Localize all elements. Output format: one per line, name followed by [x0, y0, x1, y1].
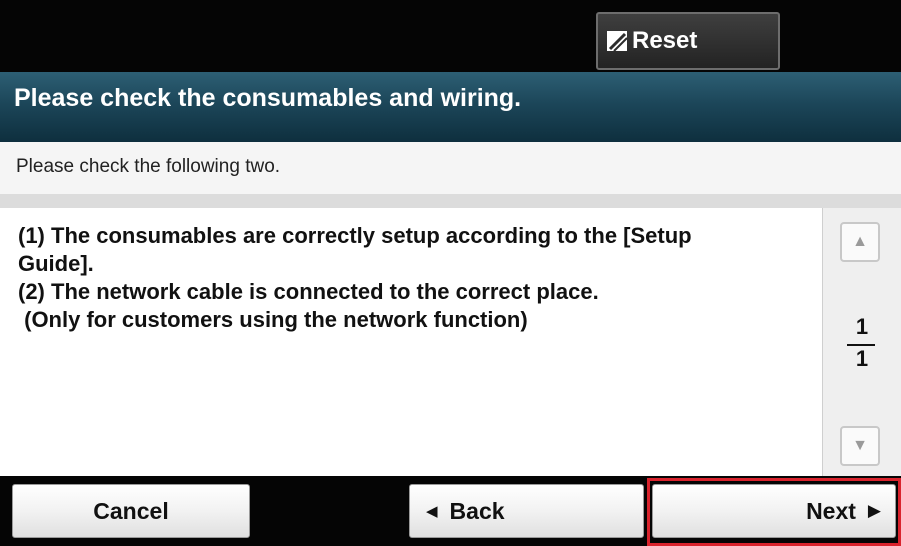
reset-button[interactable]: Reset [596, 12, 780, 70]
reset-label: Reset [632, 27, 698, 54]
screen-title: Please check the consumables and wiring. [14, 84, 522, 112]
next-button[interactable]: Next ▶ [652, 484, 896, 538]
current-page: 1 [855, 314, 869, 339]
triangle-up-icon: ▲ [852, 233, 868, 250]
message-area: (1) The consumables are correctly setup … [0, 208, 822, 476]
message-line: (2) The network cable is connected to th… [18, 279, 599, 304]
printer-panel-screen: Reset Please check the consumables and w… [0, 0, 901, 546]
divider [0, 194, 901, 208]
back-button[interactable]: ◀ Back [409, 484, 644, 538]
next-label: Next [806, 497, 856, 524]
reset-icon [604, 28, 630, 54]
back-label: Back [449, 497, 505, 524]
top-bar: Reset [0, 0, 901, 72]
scroll-up-button[interactable]: ▲ [840, 222, 880, 262]
message-line: (1) The consumables are correctly setup … [18, 223, 692, 248]
scroll-down-button[interactable]: ▼ [840, 426, 880, 466]
message-line: Guide]. [18, 251, 94, 276]
page-scroller: ▲ 1 1 ▼ [822, 208, 901, 476]
triangle-down-icon: ▼ [852, 437, 868, 454]
message-text: (1) The consumables are correctly setup … [18, 222, 808, 334]
instruction-text: Please check the following two. [16, 156, 281, 177]
instruction-bar: Please check the following two. [0, 142, 901, 195]
total-pages: 1 [855, 346, 869, 371]
bottom-bar: Cancel ◀ Back Next ▶ [0, 476, 901, 546]
triangle-left-icon: ◀ [426, 503, 438, 520]
cancel-label: Cancel [93, 497, 169, 524]
title-bar: Please check the consumables and wiring. [0, 72, 901, 142]
message-line: (Only for customers using the network fu… [18, 307, 528, 332]
cancel-button[interactable]: Cancel [12, 484, 250, 538]
triangle-right-icon: ▶ [867, 501, 881, 520]
